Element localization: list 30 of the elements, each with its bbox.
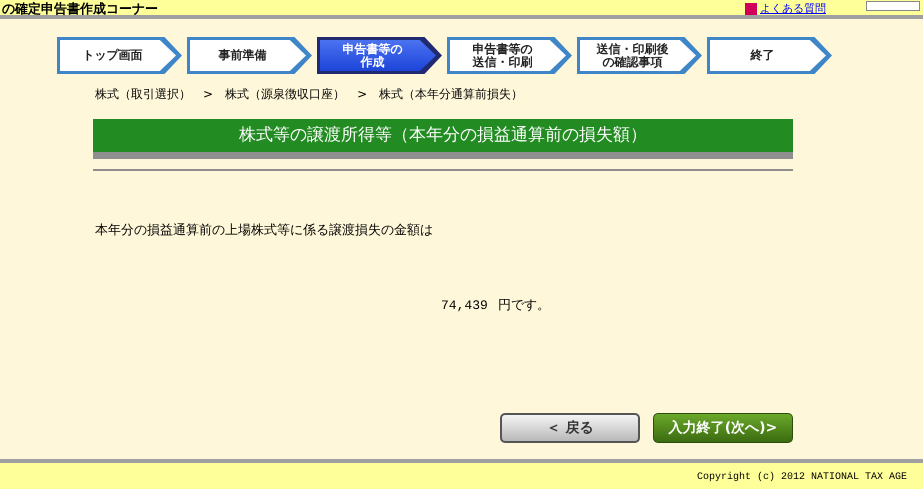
breadcrumb-item: 株式（取引選択） [95, 86, 191, 103]
back-button[interactable]: ＜ 戻る [500, 413, 640, 443]
step-label: 事前準備 [218, 49, 266, 62]
step-tab[interactable]: トップ画面 [57, 37, 182, 74]
step-tab[interactable]: 終了 [707, 37, 832, 74]
question-text: 本年分の損益通算前の上場株式等に係る譲渡損失の金額は [95, 223, 433, 238]
step-tab[interactable]: 送信・印刷後 の確認事項 [577, 37, 702, 74]
step-label: 送信・印刷後 [596, 42, 668, 56]
breadcrumb-separator: > [357, 86, 368, 103]
step-tab[interactable]: 申告書等の 作成 [317, 37, 442, 74]
breadcrumb-item: 株式（源泉徴収口座） [225, 86, 346, 103]
step-label: 申告書等の [472, 42, 532, 56]
next-button[interactable]: 入力終了(次へ)> [653, 413, 793, 443]
search-field[interactable] [866, 1, 920, 11]
amount-suffix: 円です。 [498, 296, 550, 314]
step-label: 終了 [750, 49, 774, 62]
copyright-text: Copyright (c) 2012 NATIONAL TAX AGE [697, 470, 908, 485]
question-icon [745, 3, 757, 15]
step-tab[interactable]: 申告書等の 送信・印刷 [447, 37, 572, 74]
page-title: の確定申告書作成コーナー [2, 1, 158, 18]
step-label: 申告書等の [342, 42, 402, 56]
step-tab[interactable]: 事前準備 [187, 37, 312, 74]
step-label: 送信・印刷 [472, 56, 532, 68]
step-label: 作成 [360, 56, 384, 68]
breadcrumb-item: 株式（本年分通算前損失） [379, 86, 524, 103]
amount-value: 74,439 [441, 296, 488, 314]
step-label: の確認事項 [602, 56, 662, 68]
step-label: トップ画面 [82, 49, 142, 62]
section-title: 株式等の譲渡所得等（本年分の損益通算前の損失額） [93, 119, 793, 159]
breadcrumb-separator: > [203, 86, 214, 103]
